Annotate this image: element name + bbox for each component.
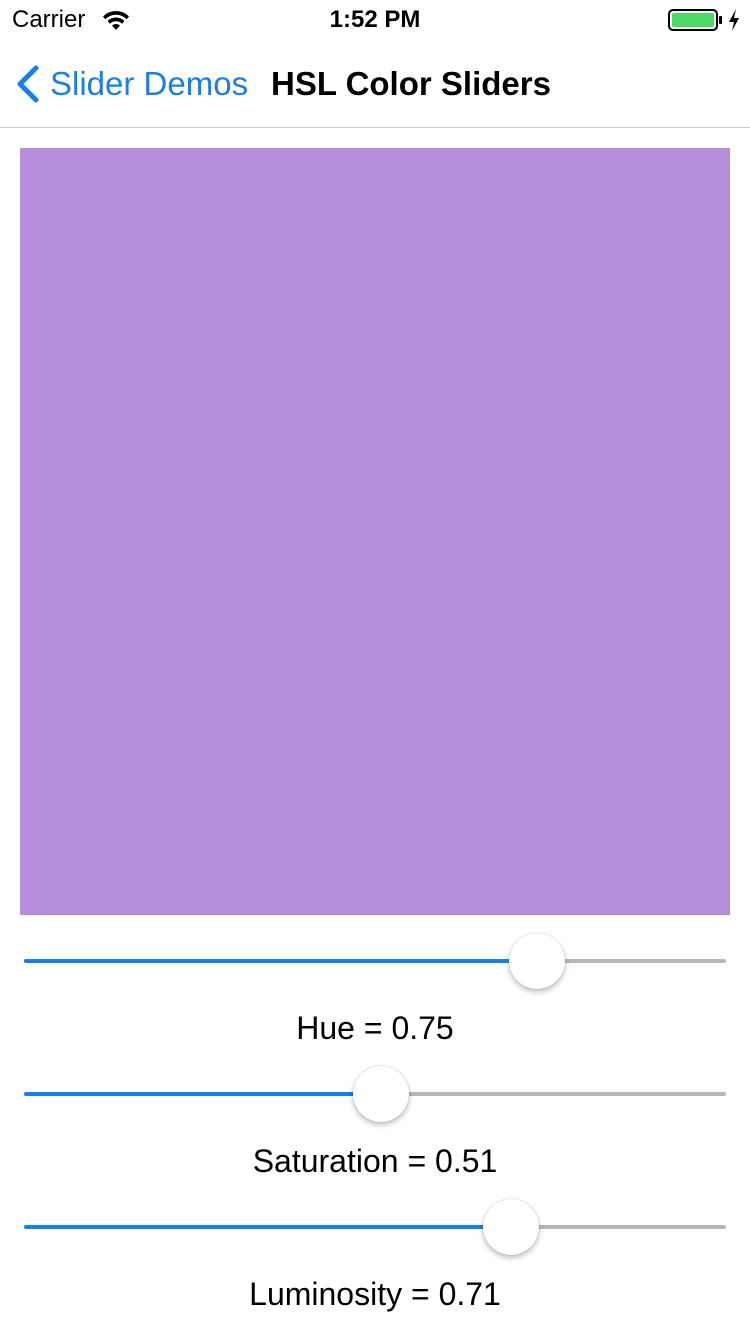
- back-button[interactable]: Slider Demos: [14, 62, 248, 106]
- color-preview-box: [20, 148, 730, 915]
- back-button-label: Slider Demos: [50, 65, 249, 102]
- slider-thumb[interactable]: [508, 933, 565, 989]
- app-screen: Carrier 1:52 PM Slider Demos HSL Color S…: [0, 0, 750, 1334]
- slider-fill: [24, 1225, 511, 1229]
- slider-thumb[interactable]: [353, 1066, 410, 1122]
- battery-icon: [668, 9, 722, 31]
- page-title: HSL Color Sliders: [271, 65, 551, 102]
- hue-slider[interactable]: [24, 932, 726, 990]
- slider-thumb[interactable]: [482, 1199, 539, 1255]
- navigation-bar: Slider Demos HSL Color Sliders: [0, 40, 750, 128]
- chevron-left-icon: [17, 65, 39, 103]
- luminosity-slider[interactable]: [24, 1198, 726, 1256]
- status-bar: Carrier 1:52 PM: [0, 0, 750, 40]
- slider-fill: [24, 959, 537, 963]
- charging-bolt-icon: [729, 9, 739, 31]
- saturation-label: Saturation = 0.51: [252, 1143, 498, 1179]
- hue-label: Hue = 0.75: [296, 1010, 454, 1046]
- saturation-slider[interactable]: [24, 1065, 726, 1123]
- status-time: 1:52 PM: [329, 6, 421, 33]
- slider-fill: [24, 1092, 382, 1096]
- luminosity-label: Luminosity = 0.71: [249, 1276, 501, 1312]
